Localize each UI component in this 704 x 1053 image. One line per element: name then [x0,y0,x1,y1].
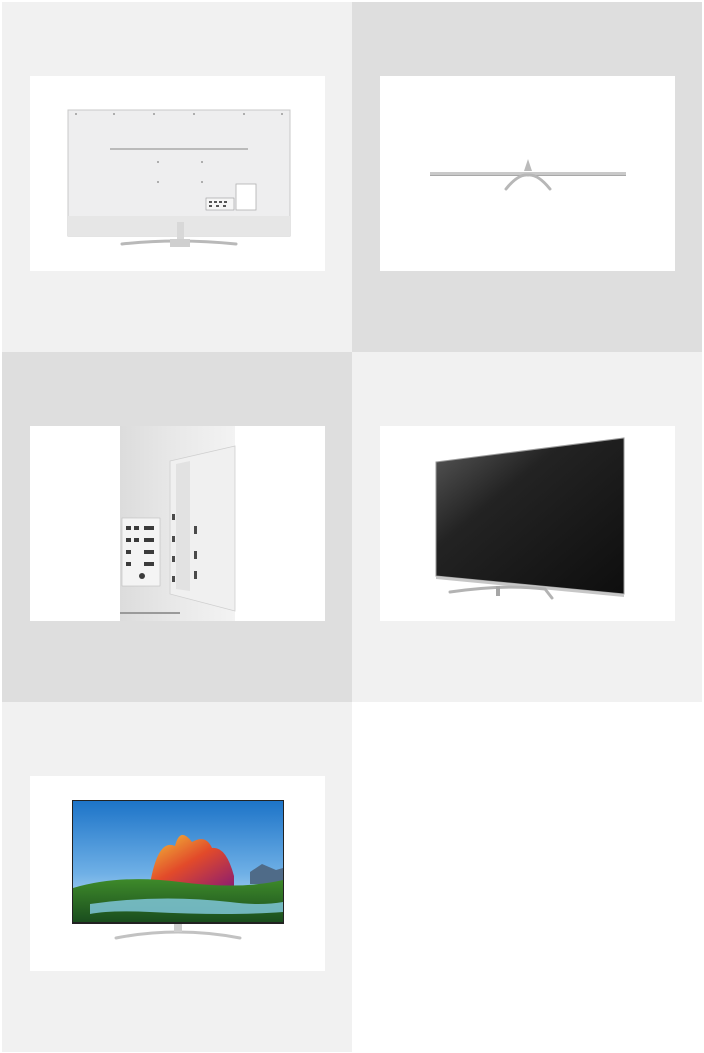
tv-ports-image [30,426,325,621]
tv-front-image [30,776,325,971]
thumbnail-frame [380,76,675,271]
thumbnail-frame [380,426,675,621]
thumbnail-frame [30,76,325,271]
gallery-thumbnail-front[interactable] [2,702,352,1052]
gallery-thumbnail-angled[interactable] [352,352,702,702]
tv-angled-image [380,426,675,621]
gallery-thumbnail-top[interactable] [352,2,702,352]
gallery-thumbnail-ports[interactable] [2,352,352,702]
tv-rear-image [30,76,325,271]
gallery-thumbnail-rear[interactable] [2,2,352,352]
thumbnail-frame [30,426,325,621]
product-image-gallery [0,0,704,1053]
thumbnail-frame [30,776,325,971]
gallery-empty-slot [352,702,702,1052]
tv-top-image [380,76,675,271]
